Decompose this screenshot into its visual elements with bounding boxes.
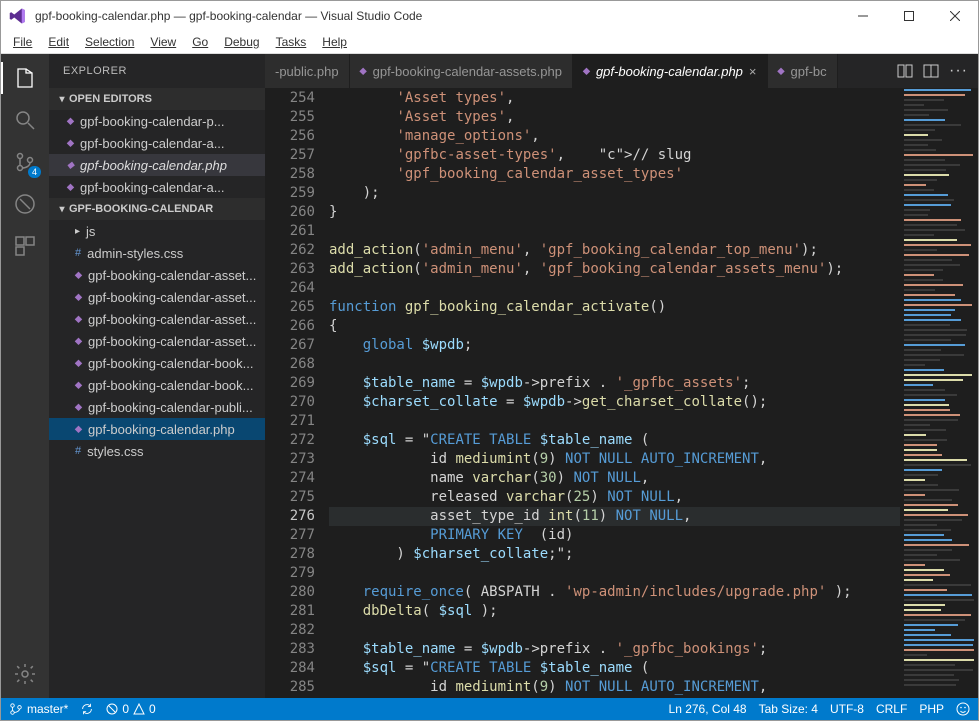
php-icon: ⬥ <box>67 182 74 193</box>
editor-tab[interactable]: ⬥gpf-booking-calendar-assets.php <box>350 54 573 88</box>
titlebar: gpf-booking-calendar.php — gpf-booking-c… <box>1 1 978 31</box>
maximize-button[interactable] <box>886 1 932 31</box>
php-icon: ⬥ <box>778 66 785 77</box>
editor-area: -public.php ⬥gpf-booking-calendar-assets… <box>265 54 978 698</box>
source-control-icon[interactable]: 4 <box>11 148 39 176</box>
open-editor-item-active[interactable]: ⬥gpf-booking-calendar.php <box>49 154 265 176</box>
split-editor-icon[interactable] <box>923 63 939 79</box>
chevron-right-icon: ▸ <box>75 226 80 237</box>
open-editor-item[interactable]: ⬥gpf-booking-calendar-p... <box>49 110 265 132</box>
git-branch[interactable]: master* <box>9 702 68 716</box>
php-icon: ⬥ <box>75 292 82 303</box>
status-bar: master* 0 0 Ln 276, Col 48 Tab Size: 4 U… <box>1 698 978 720</box>
close-tab-icon[interactable]: × <box>749 64 757 79</box>
file-item[interactable]: ⬥gpf-booking-calendar-asset... <box>49 330 265 352</box>
sidebar-title: EXPLORER <box>49 54 265 88</box>
line-gutter: 2542552562572582592602612622632642652662… <box>265 89 329 698</box>
minimize-button[interactable] <box>840 1 886 31</box>
language-mode[interactable]: PHP <box>919 702 944 716</box>
menu-help[interactable]: Help <box>314 33 355 51</box>
menu-tasks[interactable]: Tasks <box>268 33 315 51</box>
search-icon[interactable] <box>11 106 39 134</box>
feedback-icon[interactable] <box>956 702 970 716</box>
php-icon: ⬥ <box>75 314 82 325</box>
menu-file[interactable]: File <box>5 33 40 51</box>
chevron-down-icon: ▾ <box>55 204 69 215</box>
file-item[interactable]: #admin-styles.css <box>49 242 265 264</box>
code-content[interactable]: 'Asset types', 'Asset types', 'manage_op… <box>329 89 900 698</box>
editor-tab[interactable]: ⬥gpf-bc <box>768 54 838 88</box>
php-icon: ⬥ <box>583 66 590 77</box>
menu-view[interactable]: View <box>142 33 184 51</box>
main: 4 EXPLORER ▾ OPEN EDITORS ⬥gpf-booking-c… <box>1 54 978 698</box>
php-icon: ⬥ <box>67 116 74 127</box>
minimap[interactable] <box>900 89 978 698</box>
php-icon: ⬥ <box>75 336 82 347</box>
extensions-icon[interactable] <box>11 232 39 260</box>
file-item[interactable]: ⬥gpf-booking-calendar-asset... <box>49 264 265 286</box>
code-editor[interactable]: 2542552562572582592602612622632642652662… <box>265 89 978 698</box>
settings-gear-icon[interactable] <box>11 660 39 688</box>
editor-tab-active[interactable]: ⬥gpf-booking-calendar.php× <box>573 54 768 88</box>
vscode-logo-icon <box>9 7 27 25</box>
git-sync[interactable] <box>80 702 94 716</box>
close-button[interactable] <box>932 1 978 31</box>
file-item[interactable]: ⬥gpf-booking-calendar-book... <box>49 374 265 396</box>
encoding[interactable]: UTF-8 <box>830 702 864 716</box>
tab-actions: ··· <box>887 54 978 88</box>
tab-bar: -public.php ⬥gpf-booking-calendar-assets… <box>265 54 978 89</box>
open-editor-item[interactable]: ⬥gpf-booking-calendar-a... <box>49 132 265 154</box>
menubar: File Edit Selection View Go Debug Tasks … <box>1 31 978 54</box>
file-item[interactable]: ⬥gpf-booking-calendar-book... <box>49 352 265 374</box>
file-item-selected[interactable]: ⬥gpf-booking-calendar.php <box>49 418 265 440</box>
php-icon: ⬥ <box>75 358 82 369</box>
open-editors-list: ⬥gpf-booking-calendar-p... ⬥gpf-booking-… <box>49 110 265 198</box>
eol[interactable]: CRLF <box>876 702 907 716</box>
menu-debug[interactable]: Debug <box>216 33 267 51</box>
section-open-editors[interactable]: ▾ OPEN EDITORS <box>49 88 265 110</box>
chevron-down-icon: ▾ <box>55 94 69 105</box>
php-icon: ⬥ <box>75 380 82 391</box>
explorer-icon[interactable] <box>11 64 39 92</box>
more-icon[interactable]: ··· <box>949 62 968 80</box>
file-item[interactable]: #styles.css <box>49 440 265 462</box>
debug-icon[interactable] <box>11 190 39 218</box>
scm-badge: 4 <box>28 166 41 178</box>
open-editor-item[interactable]: ⬥gpf-booking-calendar-a... <box>49 176 265 198</box>
sidebar: EXPLORER ▾ OPEN EDITORS ⬥gpf-booking-cal… <box>49 54 265 698</box>
tab-size[interactable]: Tab Size: 4 <box>759 702 818 716</box>
php-icon: ⬥ <box>75 270 82 281</box>
file-item[interactable]: ⬥gpf-booking-calendar-asset... <box>49 286 265 308</box>
php-icon: ⬥ <box>67 138 74 149</box>
file-item[interactable]: ⬥gpf-booking-calendar-publi... <box>49 396 265 418</box>
problems[interactable]: 0 0 <box>106 702 155 716</box>
php-icon: ⬥ <box>75 402 82 413</box>
window-controls <box>840 1 978 31</box>
css-icon: # <box>75 445 81 457</box>
compare-icon[interactable] <box>897 63 913 79</box>
php-icon: ⬥ <box>67 160 74 171</box>
folder-item[interactable]: ▸js <box>49 220 265 242</box>
menu-go[interactable]: Go <box>184 33 216 51</box>
window-title: gpf-booking-calendar.php — gpf-booking-c… <box>35 9 840 23</box>
workspace-file-list: ▸js #admin-styles.css ⬥gpf-booking-calen… <box>49 220 265 462</box>
php-icon: ⬥ <box>360 66 367 77</box>
css-icon: # <box>75 247 81 259</box>
php-icon: ⬥ <box>75 424 82 435</box>
vscode-window: gpf-booking-calendar.php — gpf-booking-c… <box>0 0 979 721</box>
menu-selection[interactable]: Selection <box>77 33 142 51</box>
file-item[interactable]: ⬥gpf-booking-calendar-asset... <box>49 308 265 330</box>
section-workspace[interactable]: ▾ GPF-BOOKING-CALENDAR <box>49 198 265 220</box>
menu-edit[interactable]: Edit <box>40 33 77 51</box>
editor-tab[interactable]: -public.php <box>265 54 350 88</box>
cursor-position[interactable]: Ln 276, Col 48 <box>669 702 747 716</box>
activity-bar: 4 <box>1 54 49 698</box>
